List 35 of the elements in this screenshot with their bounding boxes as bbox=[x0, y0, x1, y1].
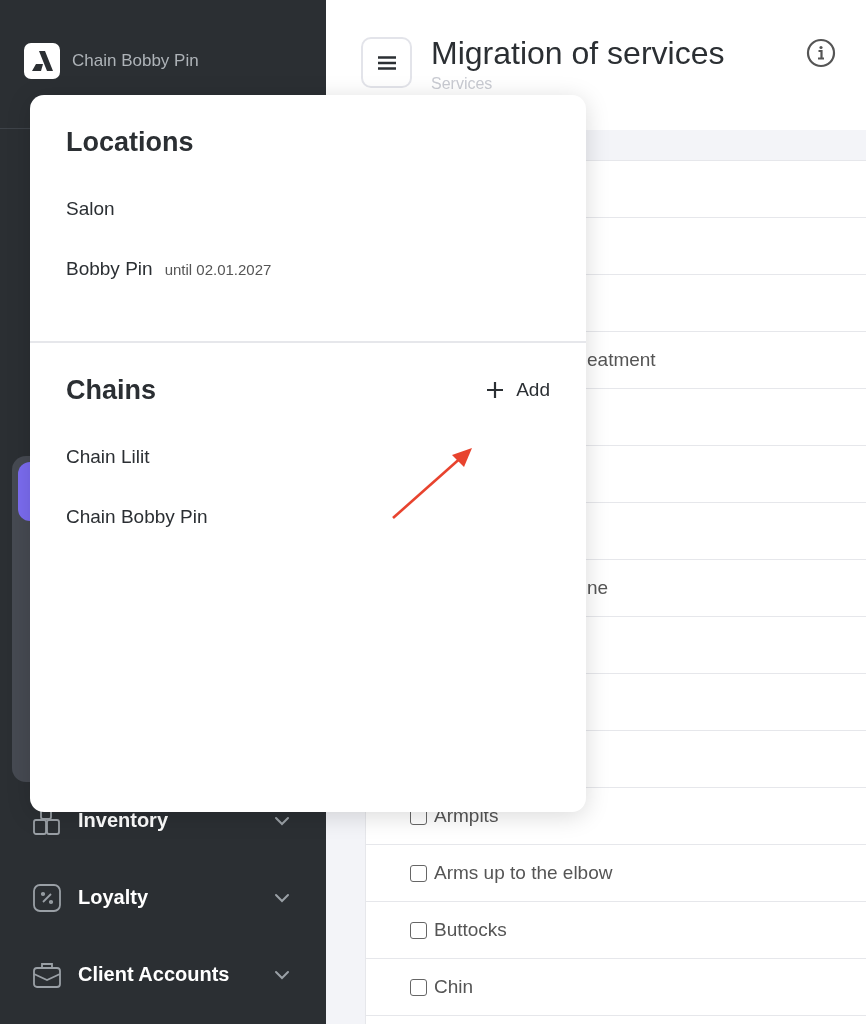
service-name: eatment bbox=[587, 349, 656, 371]
location-name: Salon bbox=[66, 198, 115, 220]
chain-item[interactable]: Chain Bobby Pin bbox=[66, 487, 550, 547]
section-title: Chains bbox=[66, 374, 157, 406]
chain-name: Chain Bobby Pin bbox=[72, 51, 199, 71]
nav-label: Client Accounts bbox=[78, 963, 231, 986]
info-icon[interactable] bbox=[806, 38, 836, 68]
add-button[interactable]: Add bbox=[486, 379, 550, 401]
chevron-down-icon bbox=[274, 892, 290, 903]
location-item[interactable]: Salon bbox=[66, 179, 550, 239]
service-name: Buttocks bbox=[434, 919, 507, 941]
menu-button[interactable] bbox=[361, 37, 412, 88]
plus-icon bbox=[486, 381, 505, 399]
chevron-down-icon bbox=[274, 969, 290, 980]
app-logo bbox=[24, 43, 60, 79]
menu-icon bbox=[377, 55, 396, 70]
chevron-down-icon bbox=[274, 815, 290, 826]
chain-item[interactable]: Chain Lilit bbox=[66, 427, 550, 487]
service-name: ne bbox=[587, 577, 609, 599]
percent-icon bbox=[32, 882, 62, 913]
location-name: Bobby Pin bbox=[66, 258, 153, 280]
service-name: Chin bbox=[434, 976, 474, 998]
nav-label: Loyalty bbox=[78, 886, 150, 909]
checkbox[interactable] bbox=[410, 864, 427, 882]
page-title: Migration of services bbox=[431, 34, 726, 73]
location-note: until 02.01.2027 bbox=[164, 260, 272, 278]
checkbox[interactable] bbox=[410, 978, 427, 996]
nav-item[interactable]: Loyalty bbox=[0, 859, 326, 936]
nav-label: Inventory bbox=[78, 809, 170, 832]
service-name: Arms up to the elbow bbox=[434, 862, 613, 884]
section-title: Locations bbox=[66, 126, 194, 158]
checkbox[interactable] bbox=[410, 921, 427, 939]
location-item[interactable]: Bobby Pin until 02.01.2027 bbox=[66, 239, 550, 299]
nav-item[interactable]: Client Accounts bbox=[0, 936, 326, 1013]
nav-item[interactable]: Inventory bbox=[0, 782, 326, 859]
